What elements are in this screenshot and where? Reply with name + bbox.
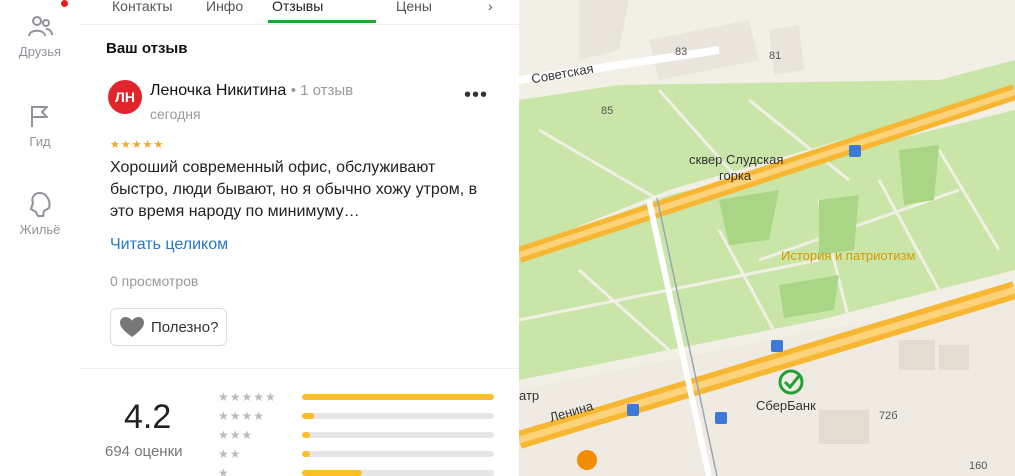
review-stars: ★★★★★ bbox=[110, 139, 165, 151]
tab-info[interactable]: Инфо bbox=[206, 0, 243, 14]
rating-row-bar bbox=[302, 413, 494, 419]
map-house-number: 85 bbox=[601, 105, 614, 117]
rating-row: ★★ bbox=[218, 447, 519, 461]
rating-row-stars: ★★★★★ bbox=[218, 390, 277, 404]
rating-row-stars: ★★★ bbox=[218, 428, 254, 442]
rail-label-housing: Жильё bbox=[19, 222, 61, 237]
rail-label-guide: Гид bbox=[29, 134, 51, 149]
rating-row-stars: ★★★★ bbox=[218, 409, 266, 423]
map[interactable]: Советская сквер Слудская горка История и… bbox=[519, 0, 1015, 476]
rating-value: 4.2 bbox=[124, 398, 172, 436]
rating-row-stars: ★★ bbox=[218, 447, 242, 461]
map-label-park-2[interactable]: горка bbox=[719, 168, 751, 183]
rating-count: 694 оценки bbox=[105, 443, 183, 460]
tab-prices[interactable]: Цены bbox=[396, 0, 432, 14]
tab-reviews-label: Отзывы bbox=[272, 0, 324, 14]
rating-row-bar bbox=[302, 394, 494, 400]
review-date: сегодня bbox=[150, 106, 201, 122]
section-title: Ваш отзыв bbox=[106, 40, 188, 57]
map-label-poi[interactable]: История и патриотизм bbox=[781, 248, 915, 263]
rating-row: ★★★★ bbox=[218, 409, 519, 423]
left-rail: Друзья Гид Жильё bbox=[0, 0, 81, 476]
rating-row-fill bbox=[302, 394, 494, 400]
tab-bar: Контакты Инфо Отзывы Цены › bbox=[80, 0, 519, 25]
rating-row-fill bbox=[302, 432, 310, 438]
map-house-number: 72б bbox=[879, 410, 898, 422]
useful-button[interactable]: Полезно? bbox=[110, 308, 228, 346]
map-label-park[interactable]: сквер Слудская bbox=[689, 152, 783, 167]
tabs-more-icon[interactable]: › bbox=[488, 0, 493, 14]
rail-item-friends[interactable]: Друзья bbox=[0, 12, 80, 59]
rating-row-fill bbox=[302, 470, 362, 476]
useful-label: Полезно? bbox=[151, 318, 219, 336]
tab-reviews[interactable]: Отзывы bbox=[272, 0, 323, 14]
rail-label-friends: Друзья bbox=[18, 44, 62, 59]
author-separator: • bbox=[290, 82, 301, 99]
map-house-number: 160 bbox=[969, 460, 988, 472]
notification-dot bbox=[61, 0, 68, 7]
author-line: Леночка Никитина • 1 отзыв bbox=[150, 82, 353, 100]
divider bbox=[80, 368, 519, 369]
map-label-theater: атр bbox=[519, 388, 540, 403]
rating-row: ★ bbox=[218, 466, 519, 476]
rating-row-bar bbox=[302, 470, 494, 476]
heart-icon bbox=[120, 317, 144, 337]
tab-active-indicator bbox=[268, 20, 376, 23]
rating-row-bar bbox=[302, 432, 494, 438]
home-icon bbox=[29, 191, 51, 217]
tab-contacts[interactable]: Контакты bbox=[112, 0, 172, 14]
review-panel: Контакты Инфо Отзывы Цены › Ваш отзыв ЛН… bbox=[80, 0, 519, 476]
rating-row-fill bbox=[302, 413, 314, 419]
rail-item-housing[interactable]: Жильё bbox=[0, 190, 80, 237]
review-text: Хороший современный офис, обслуживают бы… bbox=[110, 159, 478, 220]
more-options-button[interactable]: ••• bbox=[464, 84, 488, 107]
read-more-link[interactable]: Читать целиком bbox=[110, 236, 228, 254]
friends-icon bbox=[28, 16, 53, 37]
rating-row-stars: ★ bbox=[218, 466, 230, 476]
author-name[interactable]: Леночка Никитина bbox=[150, 82, 286, 99]
flag-icon bbox=[31, 106, 48, 127]
rating-row-fill bbox=[302, 451, 310, 457]
views-count: 0 просмотров bbox=[110, 273, 199, 289]
rating-row-bar bbox=[302, 451, 494, 457]
rating-row: ★★★★★ bbox=[218, 390, 519, 404]
avatar[interactable]: ЛН bbox=[108, 80, 142, 114]
map-house-number: 81 bbox=[769, 50, 782, 62]
map-label-bank[interactable]: СберБанк bbox=[756, 398, 816, 413]
map-house-number: 83 bbox=[675, 46, 688, 58]
rating-row: ★★★ bbox=[218, 428, 519, 442]
rail-item-guide[interactable]: Гид bbox=[0, 102, 80, 149]
author-review-count: 1 отзыв bbox=[300, 82, 354, 99]
